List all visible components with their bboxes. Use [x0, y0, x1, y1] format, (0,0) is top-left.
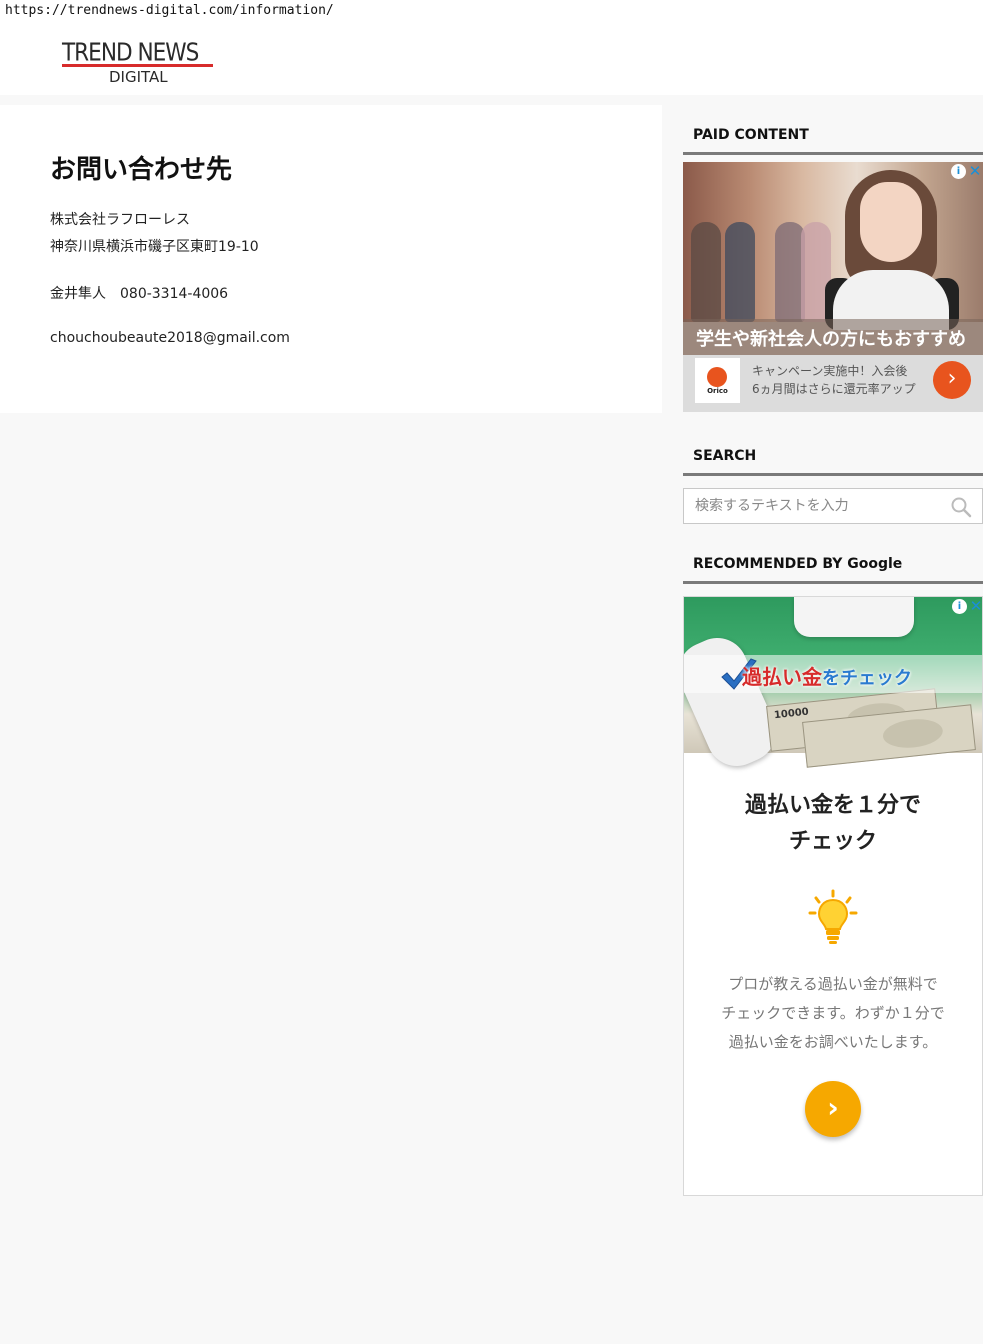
page-url: https://trendnews-digital.com/informatio… [5, 3, 334, 18]
search-title: SEARCH [693, 448, 757, 464]
recommended-heading: RECOMMENDED BY Google [683, 544, 983, 584]
paid-content-heading: PAID CONTENT [683, 115, 983, 155]
ad-banner-text: 過払い金をチェック [742, 665, 912, 689]
ad-copy-line-1: キャンペーン実施中！入会後 [752, 364, 908, 378]
page-title: お問い合わせ先 [50, 155, 233, 185]
ad-background-person [691, 222, 721, 322]
ad-close-icon[interactable]: ✕ [968, 597, 982, 615]
paid-content-title: PAID CONTENT [693, 127, 809, 143]
ad-desc-line-3: 過払い金をお調べいたします。 [728, 1033, 938, 1051]
search-input[interactable] [685, 490, 943, 522]
contact-person: 金井隼人 080-3314-4006 [50, 286, 229, 302]
ad-info-icon[interactable]: i [951, 164, 966, 179]
ad-photo: 10000 過払い金をチェック [684, 597, 982, 776]
search-heading: SEARCH [683, 436, 983, 476]
orico-logo: Orico [695, 358, 740, 403]
lightbulb-icon [808, 889, 858, 944]
contact-card: お問い合わせ先 株式会社ラフローレス 神奈川県横浜市磯子区東町19-10 金井隼… [0, 105, 662, 413]
logo-title: TREND NEWS [62, 37, 199, 67]
ad-desc-line-2: チェックできます。わずか１分で [721, 1004, 945, 1022]
site-logo[interactable]: TREND NEWS DIGITAL [62, 37, 214, 86]
company-address: 神奈川県横浜市磯子区東町19-10 [50, 239, 259, 255]
ad-close-icon[interactable]: ✕ [967, 162, 983, 180]
ad-overpayment[interactable]: 10000 過払い金をチェック 過払い金を１分で チェック プロが教える過払い金… [683, 596, 983, 1196]
recommended-title: RECOMMENDED BY Google [693, 556, 903, 572]
orico-logo-text: Orico [707, 387, 728, 395]
ad-model-photo [825, 170, 959, 330]
ad-handset-image [684, 628, 786, 776]
contact-email: chouchoubeaute2018@gmail.com [50, 330, 290, 346]
logo-underline [62, 64, 213, 67]
ad-title-line-2: チェック [788, 829, 877, 854]
ad-info-icon[interactable]: i [952, 599, 967, 614]
ad-footer: Orico キャンペーン実施中！入会後 6ヵ月間はさらに還元率アップ › [683, 355, 983, 412]
logo-subtitle: DIGITAL [109, 68, 168, 86]
search-form [683, 488, 983, 524]
ad-background-person [725, 222, 755, 322]
ad-desc-line-1: プロが教える過払い金が無料で [728, 975, 938, 993]
ad-orico[interactable]: 学生や新社会人の方にもおすすめ Orico キャンペーン実施中！入会後 6ヵ月間… [683, 162, 983, 412]
ad-copy-line-2: 6ヵ月間はさらに還元率アップ [752, 382, 916, 396]
ad-headline: 学生や新社会人の方にもおすすめ [683, 319, 983, 355]
ad-phone-image [794, 597, 914, 637]
search-icon[interactable] [948, 494, 974, 520]
ad-cta-arrow-icon[interactable]: › [805, 1081, 861, 1137]
ad-next-arrow-icon[interactable]: › [933, 361, 971, 399]
company-name: 株式会社ラフローレス [50, 212, 190, 228]
ad-title-line-1: 過払い金を１分で [744, 793, 921, 818]
